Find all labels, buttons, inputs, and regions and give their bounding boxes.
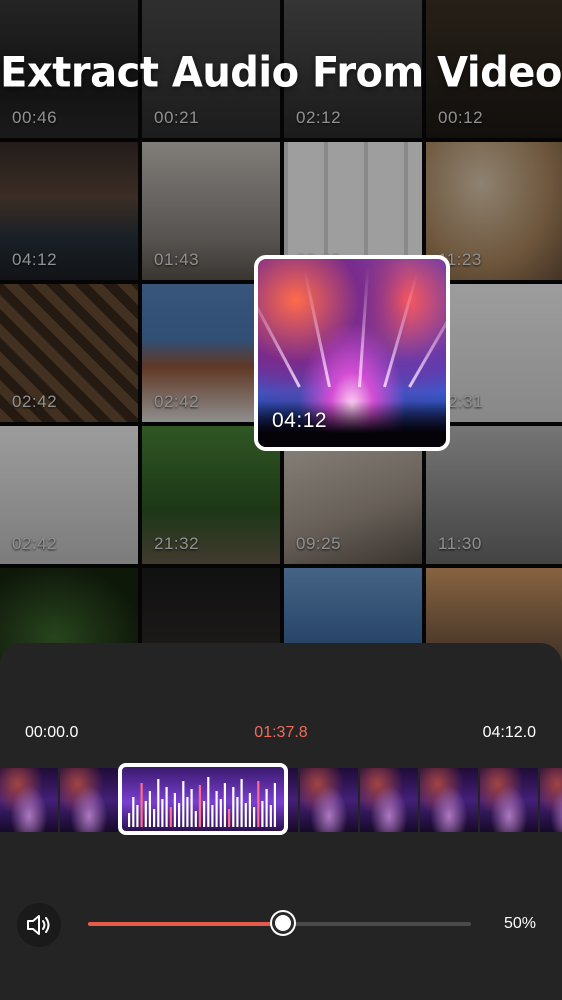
video-duration: 02:42 xyxy=(12,392,58,411)
timeline-end-time: 04:12.0 xyxy=(482,724,536,741)
stage-light-beam xyxy=(358,267,370,388)
volume-slider-fill xyxy=(88,922,280,926)
waveform-bar xyxy=(169,807,172,827)
waveform-bar xyxy=(240,779,243,827)
waveform-bar xyxy=(178,803,181,827)
audio-selection-handle[interactable] xyxy=(118,763,288,835)
waveform-bar xyxy=(207,777,210,827)
waveform-bar xyxy=(144,801,147,827)
video-duration: 04:12 xyxy=(12,250,58,269)
stage-light-beam xyxy=(258,280,301,388)
video-frame xyxy=(540,768,562,832)
waveform-bar xyxy=(148,791,151,827)
waveform-bar xyxy=(261,801,264,827)
video-frame xyxy=(60,768,118,832)
waveform-bar xyxy=(248,793,251,827)
waveform-bar xyxy=(253,807,256,827)
waveform-bar xyxy=(228,809,231,827)
waveform-bar xyxy=(140,783,143,827)
video-frame xyxy=(360,768,418,832)
waveform-bar xyxy=(257,781,260,827)
video-duration: 21:32 xyxy=(154,534,200,553)
video-duration: 02:42 xyxy=(154,392,200,411)
video-duration: 00:12 xyxy=(438,108,484,127)
stage-light-beam xyxy=(408,282,446,388)
waveform-bar xyxy=(223,783,226,827)
waveform-bar xyxy=(173,793,176,827)
waveform-bar xyxy=(219,799,222,827)
waveform-bar xyxy=(132,797,135,827)
volume-slider-thumb[interactable] xyxy=(271,912,294,934)
volume-button[interactable] xyxy=(17,903,61,947)
waveform-bar xyxy=(232,787,235,827)
stage-light-beam xyxy=(303,269,331,388)
waveform-bar xyxy=(244,803,247,827)
video-duration: 09:25 xyxy=(296,534,342,553)
waveform-bar xyxy=(203,801,206,827)
waveform-bar xyxy=(273,783,276,827)
waveform-bar xyxy=(186,797,189,827)
selected-video-duration: 04:12 xyxy=(272,409,328,432)
video-frame xyxy=(480,768,538,832)
video-duration: 01:43 xyxy=(154,250,200,269)
waveform-bar xyxy=(269,805,272,827)
video-duration: 02:12 xyxy=(296,108,342,127)
waveform-bar xyxy=(215,791,218,827)
waveform-bar xyxy=(157,779,160,827)
video-thumbnail[interactable]: 04:12 xyxy=(0,142,138,280)
app-screen: 00:46 00:21 02:12 00:12 04:12 01:43 00:0… xyxy=(0,0,562,1000)
waveform-bar xyxy=(194,811,197,827)
video-frame xyxy=(420,768,478,832)
selected-video-thumbnail[interactable]: 04:12 xyxy=(254,255,450,451)
waveform-bar xyxy=(182,781,185,827)
waveform-bar xyxy=(211,805,214,827)
timeline-current-time: 01:37.8 xyxy=(254,724,308,741)
audio-extract-panel: 00:00.0 01:37.8 04:12.0 50% xyxy=(0,643,562,1000)
video-frame xyxy=(0,768,58,832)
video-duration: 00:46 xyxy=(12,108,58,127)
waveform-bar xyxy=(198,785,201,827)
stage-light-beam xyxy=(383,271,420,388)
waveform-bar xyxy=(161,799,164,827)
audio-waveform xyxy=(128,777,276,827)
video-frame xyxy=(300,768,358,832)
video-thumbnail[interactable]: 02:42 xyxy=(0,284,138,422)
video-duration: 02:42 xyxy=(12,534,58,553)
video-duration: 11:30 xyxy=(438,534,482,553)
waveform-bar xyxy=(236,797,239,827)
speaker-icon xyxy=(27,915,50,935)
headline: Extract Audio From Video xyxy=(0,48,562,98)
waveform-bar xyxy=(128,813,131,827)
waveform-bar xyxy=(165,787,168,827)
video-duration: 00:21 xyxy=(154,108,200,127)
waveform-bar xyxy=(136,805,139,827)
volume-percent: 50% xyxy=(503,915,536,932)
waveform-bar xyxy=(190,789,193,827)
video-thumbnail[interactable]: 02:42 xyxy=(0,426,138,564)
waveform-bar xyxy=(153,809,156,827)
waveform-bar xyxy=(265,789,268,827)
